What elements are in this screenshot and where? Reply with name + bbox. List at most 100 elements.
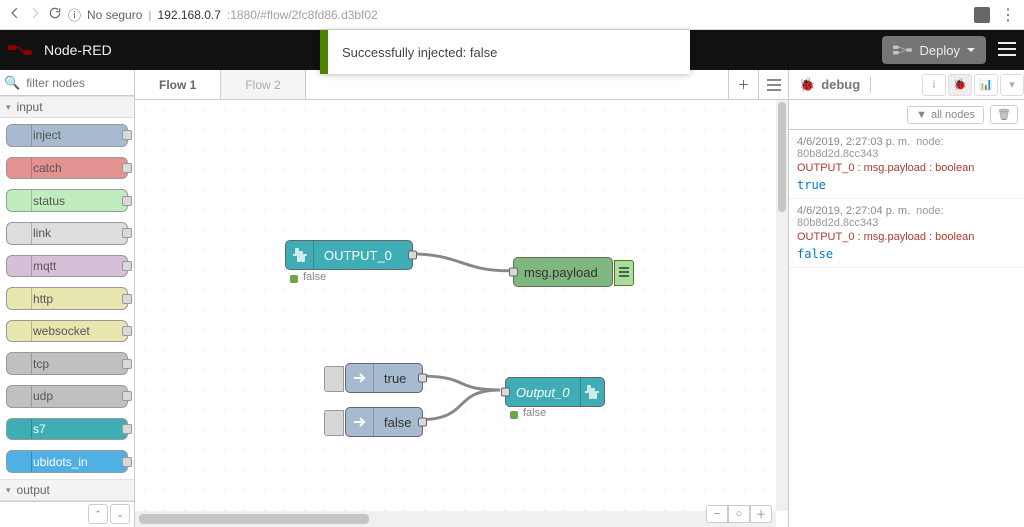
palette-node-ubidots_in[interactable]: ubidots_in (6, 450, 128, 473)
chrome-menu-icon[interactable]: ⋮ (1000, 5, 1016, 25)
palette-expand-button[interactable]: ⌄ (110, 504, 130, 524)
node-output-port[interactable] (418, 418, 427, 427)
info-tab[interactable]: i (922, 74, 946, 96)
url-rest: :1880/#flow/2fc8fd86.d3bf02 (227, 8, 378, 22)
toast-text: Successfully injected: false (342, 45, 497, 60)
url-host: 192.168.0.7 (158, 8, 221, 22)
palette-node-http[interactable]: http (6, 287, 128, 310)
flow-canvas[interactable]: OUTPUT_0 false msg.payload true (135, 100, 788, 527)
forward-icon (28, 6, 42, 23)
palette-section-label: input (17, 100, 43, 114)
debug-tab[interactable]: 🐞 debug (789, 77, 871, 93)
palette-node-link[interactable]: link (6, 222, 128, 245)
address-bar[interactable]: ⓘ No seguro | 192.168.0.7:1880/#flow/2fc… (68, 5, 968, 24)
palette-node-label: mqtt (33, 259, 56, 273)
palette-section-output[interactable]: ▾ output (0, 479, 134, 501)
hamburger-icon (998, 42, 1016, 56)
palette-search-input[interactable] (24, 75, 130, 91)
filter-nodes-button[interactable]: ▼ all nodes (907, 106, 984, 124)
debug-tab-label: debug (821, 77, 860, 92)
zoom-reset-button[interactable]: ○ (728, 505, 750, 523)
inject-trigger-button[interactable] (324, 410, 344, 436)
tab-label: Flow 1 (159, 78, 196, 92)
deploy-icon (892, 44, 914, 56)
site-info-icon[interactable]: ⓘ (68, 5, 81, 24)
palette-node-label: inject (33, 128, 61, 142)
canvas-vertical-scrollbar[interactable] (776, 100, 788, 511)
palette-node-websocket[interactable]: websocket (6, 320, 128, 343)
chevron-down-icon: ▾ (6, 485, 11, 496)
dashboard-tab[interactable]: 📊 (974, 74, 998, 96)
node-inject-false[interactable]: false (345, 407, 423, 437)
palette-node-label: ubidots_in (33, 455, 88, 469)
node-label: Output_0 (506, 385, 580, 400)
node-input-port[interactable] (509, 268, 518, 277)
node-red-icon (8, 43, 36, 57)
node-debug[interactable]: msg.payload (513, 257, 613, 287)
node-inject-true[interactable]: true (345, 363, 423, 393)
palette-node-tcp[interactable]: tcp (6, 352, 128, 375)
s7-icon (286, 241, 314, 269)
node-s7-out[interactable]: Output_0 (505, 377, 605, 407)
trash-icon: 🗑 (997, 108, 1011, 121)
inject-trigger-button[interactable] (324, 366, 344, 392)
node-label: OUTPUT_0 (314, 248, 412, 263)
flow-tab-1[interactable]: Flow 1 (135, 70, 221, 99)
deploy-button[interactable]: Deploy (882, 36, 986, 64)
extension-icon[interactable] (974, 7, 990, 23)
palette-node-label: link (33, 226, 51, 240)
node-input-port[interactable] (501, 388, 510, 397)
palette-node-label: catch (33, 161, 62, 175)
main-menu-button[interactable] (998, 42, 1016, 59)
flow-tab-2[interactable]: Flow 2 (221, 70, 305, 99)
palette-section-input[interactable]: ▾ input (0, 96, 134, 118)
deploy-label: Deploy (920, 43, 960, 58)
zoom-in-button[interactable]: ＋ (750, 505, 772, 523)
palette-footer: ⌃ ⌄ (0, 501, 134, 527)
zoom-out-button[interactable]: − (706, 505, 728, 523)
palette-section-label: output (17, 483, 50, 497)
status-dot (510, 411, 518, 419)
canvas-horizontal-scrollbar[interactable] (135, 511, 776, 527)
palette-collapse-button[interactable]: ⌃ (88, 504, 108, 524)
palette-node-label: http (33, 292, 53, 306)
insecure-label: No seguro (87, 8, 142, 22)
debug-payload: false (797, 247, 1016, 261)
palette-node-label: websocket (33, 324, 90, 338)
browser-chrome: ⓘ No seguro | 192.168.0.7:1880/#flow/2fc… (0, 0, 1024, 30)
sidebar-menu[interactable]: ▾ (1000, 74, 1024, 96)
node-s7-in[interactable]: OUTPUT_0 (285, 240, 413, 270)
zoom-controls: − ○ ＋ (706, 505, 772, 523)
palette-node-status[interactable]: status (6, 189, 128, 212)
chevron-down-icon: ▾ (6, 102, 11, 113)
palette-sidebar: 🔍 ▾ input inject catch status link mqtt http w… (0, 70, 135, 527)
back-icon[interactable] (8, 6, 22, 23)
palette-node-catch[interactable]: catch (6, 157, 128, 180)
clear-debug-button[interactable]: 🗑 (990, 105, 1018, 124)
palette-node-label: status (33, 194, 65, 208)
list-flows-button[interactable] (758, 70, 788, 99)
debug-message[interactable]: 4/6/2019, 2:27:04 p. m.node: 80b8d2d.8cc… (789, 199, 1024, 268)
palette-node-label: tcp (33, 357, 49, 371)
debug-messages[interactable]: 4/6/2019, 2:27:03 p. m.node: 80b8d2d.8cc… (789, 130, 1024, 527)
debug-toggle-button[interactable] (614, 260, 634, 286)
palette-node-inject[interactable]: inject (6, 124, 128, 147)
add-flow-button[interactable]: ＋ (728, 70, 758, 99)
reload-icon[interactable] (48, 6, 62, 23)
debug-payload: true (797, 178, 1016, 192)
chevron-down-icon (966, 45, 976, 55)
palette-search[interactable]: 🔍 (0, 70, 134, 96)
status-text: false (303, 271, 326, 283)
palette-node-mqtt[interactable]: mqtt (6, 255, 128, 278)
tab-label: Flow 2 (245, 78, 280, 92)
inject-icon (346, 408, 374, 436)
debug-message[interactable]: 4/6/2019, 2:27:03 p. m.node: 80b8d2d.8cc… (789, 130, 1024, 199)
wires (135, 100, 788, 527)
palette-node-s7[interactable]: s7 (6, 418, 128, 441)
palette-node-label: udp (33, 389, 53, 403)
node-output-port[interactable] (408, 251, 417, 260)
node-output-port[interactable] (418, 374, 427, 383)
bug-icon: 🐞 (799, 77, 815, 93)
debug-icon-tab[interactable]: 🐞 (948, 74, 972, 96)
palette-node-udp[interactable]: udp (6, 385, 128, 408)
